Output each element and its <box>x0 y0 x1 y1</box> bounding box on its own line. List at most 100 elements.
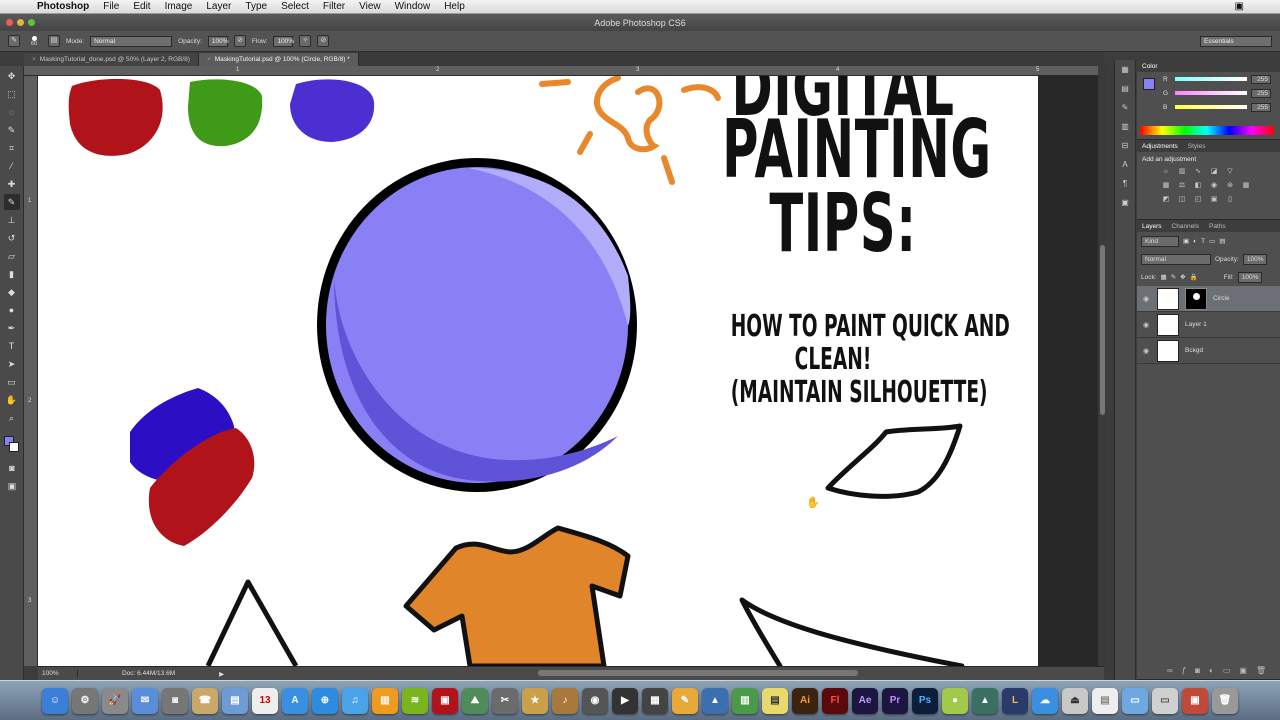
flow-field[interactable]: 100% <box>273 35 294 47</box>
background-color-swatch[interactable] <box>9 442 19 452</box>
color-balance-icon[interactable]: ⚖ <box>1177 181 1187 191</box>
layer-name[interactable]: Circle <box>1213 295 1230 302</box>
marquee-tool-icon[interactable]: ⬚ <box>4 86 20 102</box>
filter-smart-icon[interactable]: ▤ <box>1219 237 1225 245</box>
gradient-tool-icon[interactable]: ▮ <box>4 266 20 282</box>
dock-itunes-icon[interactable]: ♫ <box>342 687 368 714</box>
dock-clapper-icon[interactable]: ▦ <box>642 687 668 714</box>
dock-numbers-icon[interactable]: ▥ <box>732 687 758 714</box>
menu-select[interactable]: Select <box>274 1 316 12</box>
tab-masking-tutorial[interactable]: × MaskingTutorial.psd @ 100% (Circle, RGB… <box>198 53 359 66</box>
dock-imovie-icon[interactable]: ★ <box>522 687 548 714</box>
dodge-tool-icon[interactable]: ● <box>4 302 20 318</box>
brush-presets-icon[interactable]: ▥ <box>1118 122 1132 136</box>
hand-tool-icon[interactable]: ✋ <box>4 392 20 408</box>
dock-drive-icon[interactable]: ⏏ <box>1062 687 1088 714</box>
dock-facetime-icon[interactable]: ◙ <box>162 687 188 714</box>
blue-slider[interactable] <box>1175 105 1247 109</box>
close-tab-icon[interactable]: × <box>207 56 211 63</box>
layer-thumbnail[interactable] <box>1157 287 1179 310</box>
dock-stack-icon[interactable]: ▣ <box>1182 687 1208 714</box>
zoom-tool-icon[interactable]: ⌕ <box>4 410 20 426</box>
mode-select[interactable]: Normal <box>90 35 173 47</box>
color-panel-tab[interactable]: Color <box>1142 63 1158 70</box>
tab-adjustments[interactable]: Adjustments <box>1142 143 1178 150</box>
dock-folder-icon[interactable]: ▭ <box>1122 687 1148 714</box>
history-brush-icon[interactable]: ↺ <box>4 230 20 246</box>
filter-adjustment-icon[interactable]: ◐ <box>1193 238 1197 245</box>
invert-icon[interactable]: ◩ <box>1161 195 1171 205</box>
brush-size-picker[interactable]: 60 <box>26 35 42 47</box>
dock-keynote-icon[interactable]: ▲ <box>702 687 728 714</box>
blur-tool-icon[interactable]: ◆ <box>4 284 20 300</box>
workspace-select[interactable]: Essentials <box>1200 35 1272 47</box>
close-tab-icon[interactable]: × <box>32 56 36 63</box>
visibility-eye-icon[interactable]: ◉ <box>1143 347 1151 355</box>
layer-mask-thumbnail[interactable] <box>1185 287 1207 310</box>
dock-spotify-icon[interactable]: ≋ <box>402 687 428 714</box>
lock-position-icon[interactable]: ✥ <box>1180 273 1185 281</box>
dock-aperture-icon[interactable]: ◉ <box>582 687 608 714</box>
lock-all-icon[interactable]: 🔒 <box>1190 273 1198 281</box>
red-value-field[interactable]: 255 <box>1251 74 1271 84</box>
color-panel-foreground-swatch[interactable] <box>1143 78 1155 90</box>
color-lookup-icon[interactable]: ▦ <box>1241 181 1251 191</box>
green-slider[interactable] <box>1175 91 1247 95</box>
layer-kind-filter[interactable]: Kind <box>1141 235 1179 247</box>
tab-paths[interactable]: Paths <box>1209 223 1226 230</box>
filter-shape-icon[interactable]: ▭ <box>1209 237 1215 245</box>
vertical-scroll-thumb[interactable] <box>1100 245 1105 415</box>
healing-tool-icon[interactable]: ✚ <box>4 176 20 192</box>
screen-mode-icon[interactable]: ▣ <box>4 478 20 494</box>
layer-name[interactable]: Layer 1 <box>1185 321 1207 328</box>
layer-thumbnail[interactable] <box>1157 339 1179 362</box>
document-workarea[interactable]: DIGITAL PAINTING TIPS: HOW TO PAINT QUIC… <box>38 76 1104 666</box>
link-layers-icon[interactable]: ∞ <box>1167 666 1173 675</box>
dock-premiere-icon[interactable]: Pr <box>882 687 908 714</box>
menu-app-name[interactable]: Photoshop <box>30 1 96 12</box>
menu-edit[interactable]: Edit <box>126 1 157 12</box>
brush-panel-icon[interactable]: ✎ <box>1118 103 1132 117</box>
dock-after-effects-icon[interactable]: Ae <box>852 687 878 714</box>
shape-tool-icon[interactable]: ▭ <box>4 374 20 390</box>
layer-style-icon[interactable]: ƒ <box>1182 666 1186 675</box>
zoom-level-field[interactable]: 100% <box>38 670 78 677</box>
black-white-icon[interactable]: ◧ <box>1193 181 1203 191</box>
fill-field[interactable]: 100% <box>1237 271 1263 283</box>
menu-view[interactable]: View <box>352 1 388 12</box>
dock-calendar-icon[interactable]: 13 <box>252 687 278 714</box>
add-mask-icon[interactable]: ◙ <box>1195 666 1200 675</box>
dock-stickies-icon[interactable]: ▤ <box>762 687 788 714</box>
character-panel-icon[interactable]: A <box>1118 160 1132 174</box>
dock-photoshop-icon[interactable]: Ps <box>912 687 938 714</box>
red-slider[interactable] <box>1175 77 1247 81</box>
green-value-field[interactable]: 255 <box>1251 88 1271 98</box>
threshold-icon[interactable]: ◰ <box>1193 195 1203 205</box>
hue-saturation-icon[interactable]: ▦ <box>1161 181 1171 191</box>
dock-downloads-icon[interactable]: ▭ <box>1152 687 1178 714</box>
new-layer-icon[interactable]: ▣ <box>1239 666 1247 675</box>
color-spectrum-ramp[interactable] <box>1140 126 1274 135</box>
pressure-opacity-icon[interactable]: ⊘ <box>233 35 246 47</box>
lasso-tool-icon[interactable]: ◌ <box>4 104 20 120</box>
blue-value-field[interactable]: 255 <box>1251 102 1271 112</box>
channel-mixer-icon[interactable]: ⊛ <box>1225 181 1235 191</box>
pen-tool-icon[interactable]: ✒ <box>4 320 20 336</box>
minimize-window-button[interactable] <box>17 19 24 26</box>
dock-game-l-icon[interactable]: L <box>1002 687 1028 714</box>
close-window-button[interactable] <box>6 19 13 26</box>
menu-file[interactable]: File <box>96 1 126 12</box>
filter-type-icon[interactable]: T <box>1201 238 1205 245</box>
dock-ball-icon[interactable]: ● <box>942 687 968 714</box>
layer-opacity-field[interactable]: 100% <box>1242 253 1268 265</box>
clone-source-icon[interactable]: ⊟ <box>1118 141 1132 155</box>
airbrush-icon[interactable]: ✧ <box>299 35 312 47</box>
dock-ibooks-icon[interactable]: ▥ <box>372 687 398 714</box>
new-group-icon[interactable]: ▭ <box>1223 666 1231 675</box>
dock-trash-icon[interactable]: 🗑 <box>1212 687 1238 714</box>
dock-utility-icon[interactable]: ✂ <box>492 687 518 714</box>
lock-image-icon[interactable]: ✎ <box>1171 273 1176 281</box>
dock-preview-icon[interactable]: ▤ <box>222 687 248 714</box>
layer-thumbnail[interactable] <box>1157 313 1179 336</box>
paragraph-panel-icon[interactable]: ¶ <box>1118 179 1132 193</box>
